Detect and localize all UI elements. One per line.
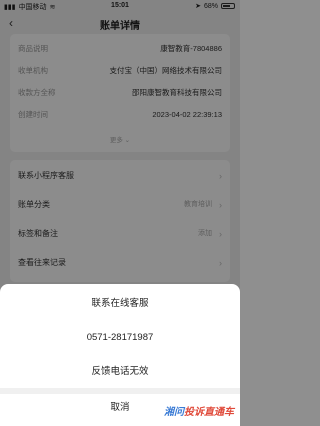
watermark-part1: 湘问	[164, 407, 184, 418]
watermark-part2: 投诉直通车	[184, 407, 234, 418]
option-online-service[interactable]: 联系在线客服	[0, 288, 240, 320]
option-report-invalid-phone[interactable]: 反馈电话无效	[0, 356, 240, 388]
watermark-logo: 湘问投诉直通车	[164, 403, 234, 418]
option-phone-number[interactable]: 0571-28171987	[0, 322, 240, 354]
